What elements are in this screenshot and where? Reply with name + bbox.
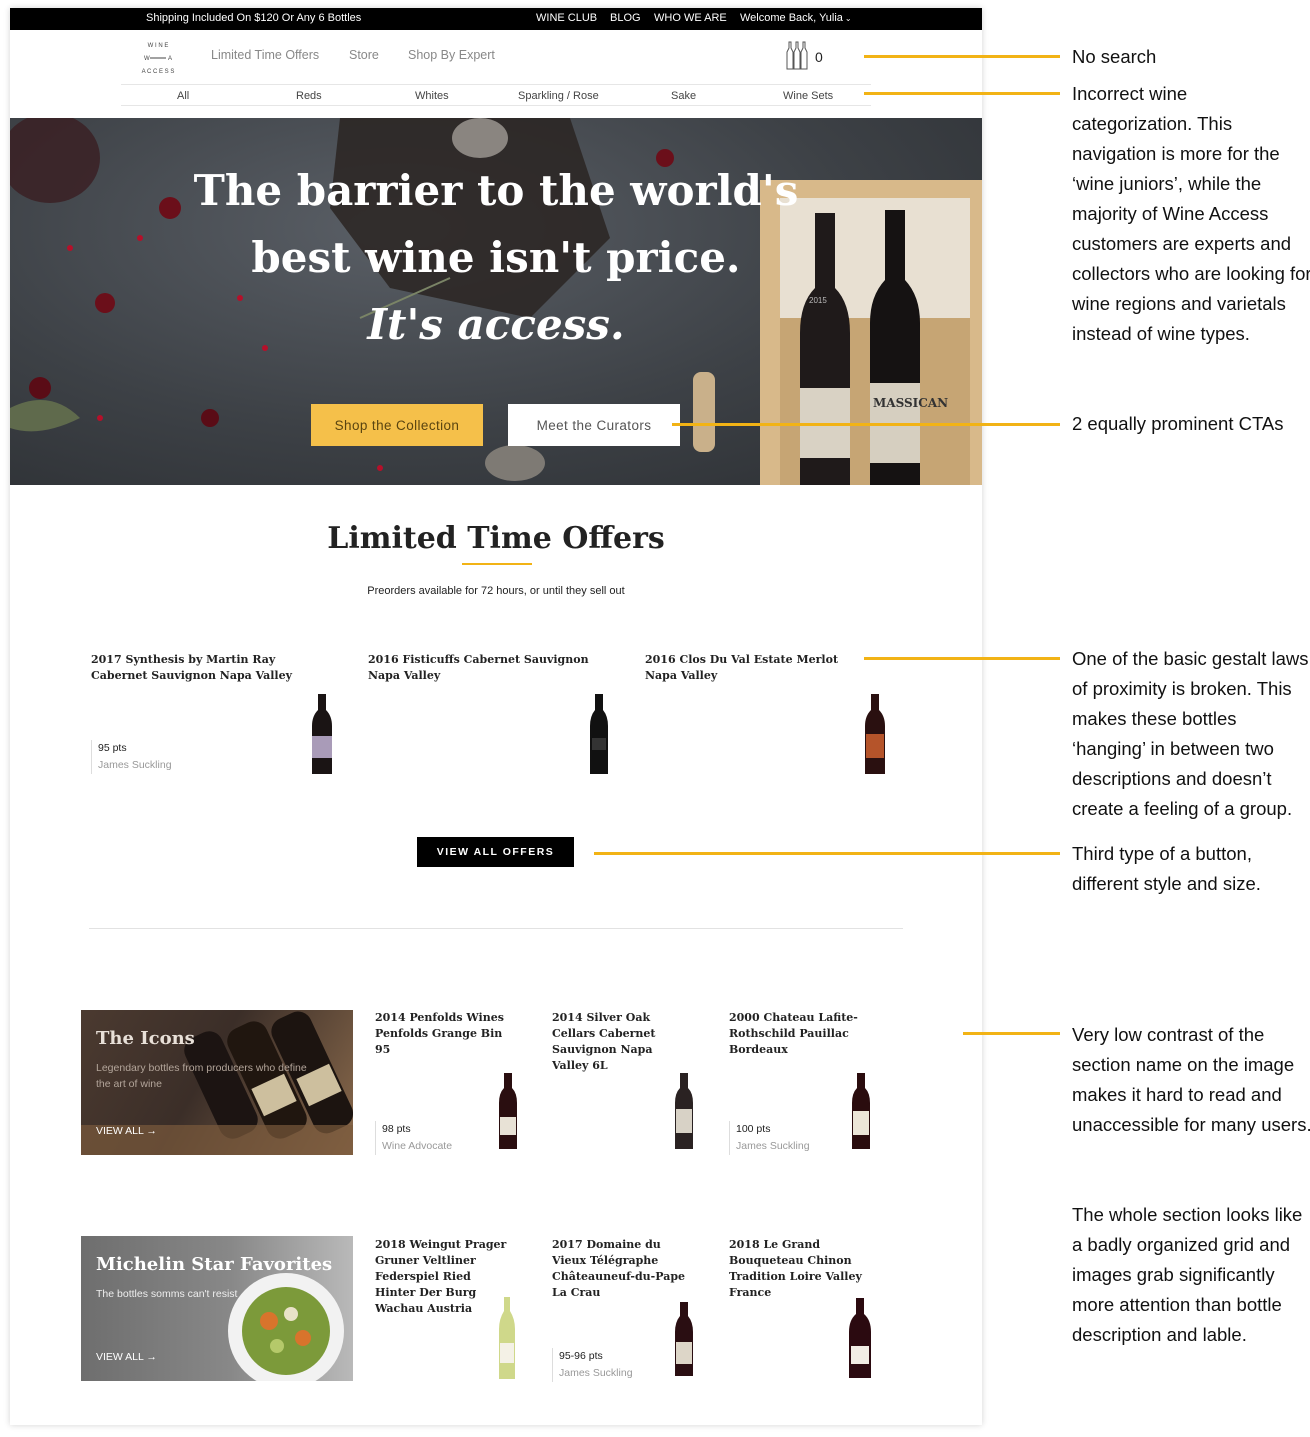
annotation-line [672,423,1060,426]
category-reds[interactable]: Reds [296,90,322,102]
wine-bottle-image [849,1298,871,1378]
hero-headline-line-3: It's access. [367,300,625,349]
annotation-button-type: Third type of a button, different style … [1072,843,1261,894]
section-divider [89,928,903,929]
view-all-link[interactable]: VIEW ALL → [96,1125,157,1137]
product-name: 2017 Domaine du Vieux Télégraphe Château… [552,1238,686,1299]
annotation-line [594,852,1060,855]
collection-subtitle: The bottles somms can't resist [96,1288,238,1300]
rating-points: 95-96 pts [559,1350,603,1362]
product-name: 2016 Clos Du Val Estate Merlot Napa Vall… [645,653,839,682]
wine-bottle-image [499,1073,517,1149]
wine-bottle-image [312,694,332,774]
annotation-line [864,55,1060,58]
hero-headline-line-2: best wine isn't price. [251,233,741,282]
annotation-grid: The whole section looks like a badly org… [1072,1204,1303,1345]
category-whites[interactable]: Whites [415,90,449,102]
topbar-link-wine-club[interactable]: WINE CLUB [536,12,597,24]
site-logo[interactable]: W I N E A C C E S S W A [138,38,178,78]
cart-button[interactable]: 0 [785,40,823,70]
annotation-proximity: One of the basic gestalt laws of proximi… [1072,648,1309,819]
nav-shop-by-expert[interactable]: Shop By Expert [408,48,495,62]
rating-block: 98 pts Wine Advocate [375,1121,452,1155]
rating-points: 100 pts [736,1123,771,1135]
rating-points: 95 pts [98,742,127,754]
chevron-down-icon: ⌄ [844,14,852,23]
product-name: 2018 Weingut Prager Gruner Veltliner Fed… [375,1238,507,1315]
rating-block: 100 pts James Suckling [729,1121,810,1155]
section-title-limited-offers: Limited Time Offers [327,521,665,556]
top-announcement-bar: Shipping Included On $120 Or Any 6 Bottl… [10,8,982,30]
account-menu[interactable]: Welcome Back, Yulia ⌄ [740,12,852,24]
view-all-offers-button[interactable]: VIEW ALL OFFERS [417,837,574,867]
product-name: 2014 Penfolds Wines Penfolds Grange Bin … [375,1011,504,1056]
annotation-ctas: 2 equally prominent CTAs [1072,413,1284,434]
divider [121,105,871,106]
collection-banner-michelin[interactable]: Michelin Star Favorites The bottles somm… [81,1236,353,1381]
category-all[interactable]: All [177,90,189,102]
rating-source: James Suckling [736,1140,810,1152]
category-wine-sets[interactable]: Wine Sets [783,90,833,102]
wine-bottle-image [675,1302,693,1376]
meet-curators-button[interactable]: Meet the Curators [508,404,680,446]
svg-text:W: W [144,56,150,62]
product-name: 2000 Chateau Lafite- Rothschild Pauillac… [729,1011,858,1056]
svg-text:W I N E: W I N E [148,43,169,49]
section-subtitle: Preorders available for 72 hours, or unt… [367,585,625,597]
collection-title: Michelin Star Favorites [96,1254,333,1275]
rating-block: 95-96 pts James Suckling [552,1348,633,1382]
wine-bottle-image [865,694,885,774]
svg-text:A: A [168,56,172,62]
shipping-notice: Shipping Included On $120 Or Any 6 Bottl… [146,12,362,24]
cart-count: 0 [815,49,823,65]
shop-collection-button[interactable]: Shop the Collection [311,404,483,446]
product-name: 2018 Le Grand Bouqueteau Chinon Traditio… [729,1238,862,1299]
arrow-right-icon: → [146,1125,157,1137]
collection-title: The Icons [96,1028,195,1049]
topbar-link-blog[interactable]: BLOG [610,12,641,24]
wine-bottle-image [499,1297,515,1379]
category-sake[interactable]: Sake [671,90,696,102]
view-all-link[interactable]: VIEW ALL → [96,1351,157,1363]
rating-source: James Suckling [559,1367,633,1379]
annotation-contrast: Very low contrast of the section name on… [1072,1024,1310,1135]
product-name: 2016 Fisticuffs Cabernet Sauvignon Napa … [368,653,589,682]
annotation-line [864,657,1060,660]
annotation-line [864,92,1060,95]
divider [121,84,871,85]
bottle-label-massican: MASSICAN [873,396,949,410]
rating-block: 95 pts James Suckling [91,740,172,774]
annotation-no-search: No search [1072,46,1157,67]
category-sparkling-rose[interactable]: Sparkling / Rose [518,90,599,102]
wine-bottles-cart-icon [786,41,808,70]
website-screenshot: Shipping Included On $120 Or Any 6 Bottl… [10,8,982,1425]
annotation-categorization: Incorrect wine categorization. This navi… [1072,83,1310,344]
nav-limited-time-offers[interactable]: Limited Time Offers [211,48,319,62]
rating-source: James Suckling [98,759,172,771]
welcome-text: Welcome Back, Yulia [740,12,843,24]
hero-banner: 2015 MASSICAN The barrier to the world's… [10,118,982,485]
annotation-line [963,1032,1060,1035]
collection-subtitle: Legendary bottles from producers who def… [96,1062,307,1090]
wine-bottle-image [675,1073,693,1149]
rating-points: 98 pts [382,1123,411,1135]
arrow-right-icon: → [146,1351,157,1363]
nav-store[interactable]: Store [349,48,379,62]
rating-source: Wine Advocate [382,1140,453,1152]
svg-text:A C C E S S: A C C E S S [142,69,175,75]
collection-banner-icons[interactable]: The Icons Legendary bottles from produce… [81,1010,353,1155]
logo-mark-icon: W I N E A C C E S S W A [142,43,175,75]
wine-bottle-image [852,1073,870,1149]
product-name: 2014 Silver Oak Cellars Cabernet Sauvign… [552,1011,656,1072]
title-underline [462,563,532,565]
topbar-link-who-we-are[interactable]: WHO WE ARE [654,12,727,24]
hero-headline-line-1: The barrier to the world's [193,166,799,215]
wine-bottle-image [590,694,608,774]
product-name: 2017 Synthesis by Martin Ray Cabernet Sa… [91,653,292,682]
